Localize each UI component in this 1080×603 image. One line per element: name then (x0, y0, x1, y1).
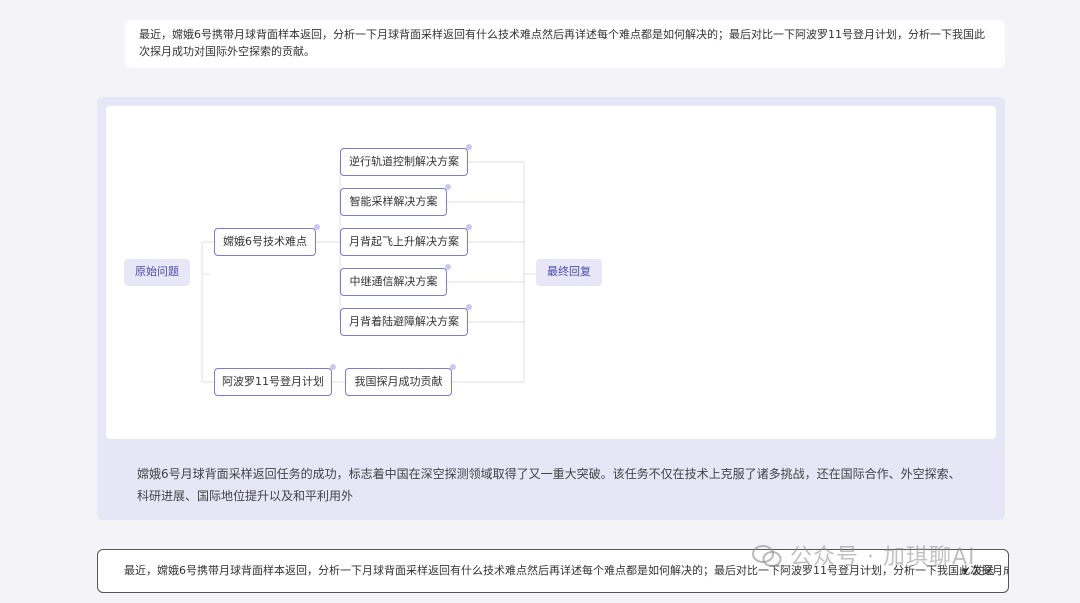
mindmap-node-label: 嫦娥6号技术难点 (223, 235, 307, 248)
mindmap-node-label: 逆行轨道控制解决方案 (349, 155, 459, 168)
node-dot-icon (466, 224, 472, 230)
mindmap-node-label: 智能采样解决方案 (349, 195, 438, 208)
mindmap-node-apollo[interactable]: 阿波罗11号登月计划 (214, 364, 336, 396)
mindmap-node-solution-5[interactable]: 月背着陆避障解决方案 (340, 304, 472, 336)
node-dot-icon (466, 304, 472, 310)
watermark-text: 公众号 · 加琪聊AI (790, 545, 976, 570)
user-message-text: 最近，嫦娥6号携带月球背面样本返回，分析一下月球背面采样返回有什么技术难点然后再… (139, 28, 985, 58)
mindmap-panel: 原始问题 嫦娥6号技术难点 阿波罗11号登月计划 逆行轨道控制解决方案 智能采样… (106, 106, 996, 439)
node-dot-icon (445, 264, 451, 270)
mindmap-node-tech-difficulties[interactable]: 嫦娥6号技术难点 (214, 224, 320, 256)
mindmap-node-solution-3[interactable]: 月背起飞上升解决方案 (340, 224, 472, 256)
wechat-icon (752, 545, 782, 567)
mindmap-node-label: 我国探月成功贡献 (354, 375, 443, 388)
node-dot-icon (314, 224, 320, 230)
mindmap-node-contribution[interactable]: 我国探月成功贡献 (345, 364, 456, 396)
mindmap-node-final-label: 最终回复 (547, 265, 591, 278)
answer-text: 嫦娥6号月球背面采样返回任务的成功，标志着中国在深空探测领域取得了又一重大突破。… (137, 467, 961, 503)
mindmap-node-solution-4[interactable]: 中继通信解决方案 (340, 264, 451, 296)
mindmap-node-root-label: 原始问题 (135, 265, 179, 278)
mindmap-node-label: 月背起飞上升解决方案 (349, 235, 459, 248)
mindmap-node-root[interactable]: 原始问题 (124, 259, 190, 286)
answer-card: 原始问题 嫦娥6号技术难点 阿波罗11号登月计划 逆行轨道控制解决方案 智能采样… (97, 97, 1005, 520)
mindmap-node-solution-1[interactable]: 逆行轨道控制解决方案 (340, 144, 472, 176)
mindmap-node-final[interactable]: 最终回复 (536, 259, 602, 286)
node-dot-icon (330, 364, 336, 370)
watermark: 公众号 · 加琪聊AI (752, 541, 976, 575)
mindmap-node-label: 中继通信解决方案 (349, 275, 438, 288)
mindmap-node-label: 阿波罗11号登月计划 (222, 375, 324, 388)
node-dot-icon (445, 184, 451, 190)
mindmap-node-solution-2[interactable]: 智能采样解决方案 (340, 184, 451, 216)
node-dot-icon (450, 364, 456, 370)
user-message-bubble: 最近，嫦娥6号携带月球背面样本返回，分析一下月球背面采样返回有什么技术难点然后再… (125, 20, 1005, 68)
node-dot-icon (466, 144, 472, 150)
mindmap-node-label: 月背着陆避障解决方案 (349, 315, 459, 328)
